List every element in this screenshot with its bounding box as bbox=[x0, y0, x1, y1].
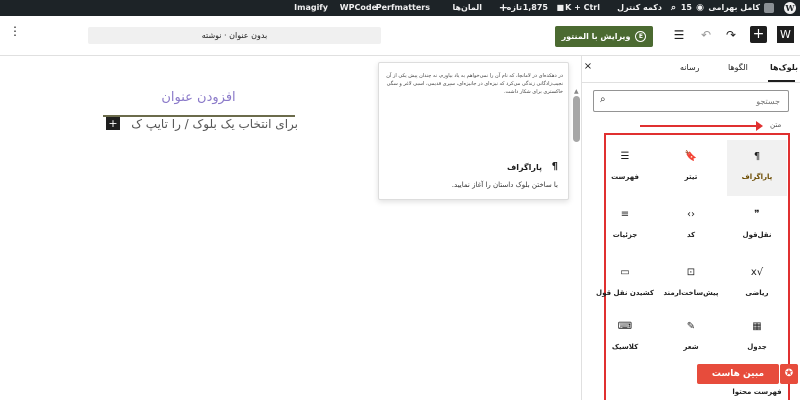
block-item-code[interactable]: ‹› کد bbox=[661, 198, 721, 254]
admin-bar-shortcut: K + Ctrl bbox=[565, 3, 600, 12]
block-preview-title: پاراگراف bbox=[506, 163, 542, 172]
code-icon: ‹› bbox=[687, 209, 695, 220]
search-icon[interactable]: ⌕ bbox=[671, 0, 676, 16]
search-icon: ⌕ bbox=[600, 94, 606, 105]
watermark-label: مبین هاست bbox=[697, 364, 779, 384]
block-label: پاراگراف bbox=[741, 173, 773, 181]
block-label: نقل‌قول bbox=[742, 231, 772, 239]
block-table-of-contents[interactable]: فهرست محتوا bbox=[727, 388, 787, 396]
admin-bar-user[interactable]: کامل بهرامی bbox=[708, 0, 760, 16]
tab-media[interactable]: رسانه bbox=[680, 63, 700, 72]
block-preview-text: در دهکده‌ای در لامانچا، که نام آن را نمی… bbox=[386, 73, 563, 95]
add-block-icon[interactable]: + bbox=[750, 26, 767, 43]
heading-icon: 🔖 bbox=[684, 151, 698, 162]
tabs-divider bbox=[581, 82, 800, 83]
verse-icon: ✎ bbox=[686, 321, 696, 332]
post-title-placeholder[interactable]: افزودن عنوان bbox=[0, 90, 397, 105]
block-item-paragraph[interactable]: ¶ پاراگراف bbox=[727, 140, 787, 196]
annotation-arrowhead bbox=[756, 121, 763, 131]
classic-icon: ⌨ bbox=[617, 321, 633, 332]
block-item-list[interactable]: ☰ فهرست bbox=[595, 140, 655, 196]
tab-blocks[interactable]: بلوک‌ها bbox=[770, 63, 798, 72]
elementor-button-label: ویرایش با المنتور bbox=[561, 32, 631, 41]
document-title-bar[interactable]: بدون عنوان · نوشته bbox=[88, 27, 381, 44]
comment-icon[interactable]: ■ bbox=[556, 0, 564, 16]
tab-patterns[interactable]: الگوها bbox=[728, 63, 748, 72]
block-item-pullquote[interactable]: ▭ کشیدن نقل قول bbox=[595, 256, 655, 312]
category-heading: متن bbox=[770, 121, 782, 129]
add-block-icon[interactable]: + bbox=[106, 117, 120, 130]
admin-bar-elements[interactable]: المان‌ها bbox=[453, 0, 483, 16]
wp-logo-icon[interactable]: W bbox=[777, 26, 794, 43]
table-icon: ▦ bbox=[752, 321, 762, 332]
block-label: ریاضی bbox=[745, 289, 769, 297]
block-item-preformatted[interactable]: ⊡ پیش‌ساخت‌ارمند bbox=[661, 256, 721, 312]
block-label: جزئیات bbox=[612, 231, 638, 239]
wp-logo-icon[interactable]: W bbox=[784, 2, 796, 14]
edit-with-elementor-button[interactable]: ویرایش با المنتور E bbox=[555, 26, 653, 47]
block-item-table[interactable]: ▦ جدول bbox=[727, 310, 787, 366]
admin-bar-new[interactable]: تازه bbox=[507, 0, 522, 16]
paragraph-icon: ¶ bbox=[753, 151, 761, 162]
block-label: کشیدن نقل قول bbox=[596, 289, 654, 297]
avatar[interactable] bbox=[764, 3, 774, 13]
details-icon: ≡ bbox=[620, 209, 630, 220]
admin-bar-imagify[interactable]: Imagify bbox=[294, 0, 328, 16]
undo-icon[interactable]: ↶ bbox=[698, 27, 714, 43]
block-label: شعر bbox=[683, 343, 699, 351]
quote-icon: ❞ bbox=[754, 209, 760, 220]
scroll-up-icon[interactable]: ▲ bbox=[574, 88, 579, 95]
redo-icon[interactable]: ↷ bbox=[723, 27, 739, 43]
list-icon: ☰ bbox=[620, 151, 630, 162]
elementor-icon: E bbox=[635, 31, 647, 42]
block-item-details[interactable]: ≡ جزئیات bbox=[595, 198, 655, 254]
admin-bar-perfmatters[interactable]: Perfmatters bbox=[376, 0, 430, 16]
block-label: تیتر bbox=[684, 173, 698, 181]
menu-icon[interactable]: ⋮ bbox=[5, 24, 25, 38]
admin-bar-comments-count[interactable]: 1,875 bbox=[523, 0, 548, 16]
block-item-verse[interactable]: ✎ شعر bbox=[661, 310, 721, 366]
block-preview-popover: در دهکده‌ای در لامانچا، که نام آن را نمی… bbox=[378, 62, 569, 200]
admin-bar: W کامل بهرامی ◉ 15 ⌕ دکمه کنترل K + Ctrl… bbox=[0, 0, 800, 16]
watermark-logo-icon: ✪ bbox=[780, 364, 798, 384]
admin-bar-dashboard[interactable]: دکمه کنترل bbox=[617, 0, 662, 16]
block-item-math[interactable]: √x ریاضی bbox=[727, 256, 787, 312]
block-label: پیش‌ساخت‌ارمند bbox=[663, 289, 719, 297]
admin-bar-count[interactable]: 15 bbox=[681, 0, 692, 16]
block-preview-description: با ساختن بلوک داستان را آغاز نمایید. bbox=[451, 181, 558, 189]
scrollbar-thumb[interactable] bbox=[573, 96, 580, 142]
block-item-quote[interactable]: ❞ نقل‌قول bbox=[727, 198, 787, 254]
list-view-icon[interactable]: ☰ bbox=[671, 27, 687, 43]
block-label: کد bbox=[686, 231, 696, 239]
paragraph-icon: ¶ bbox=[551, 161, 558, 172]
block-item-classic[interactable]: ⌨ کلاسیک bbox=[595, 310, 655, 366]
annotation-arrow bbox=[640, 125, 760, 127]
block-label: کلاسیک bbox=[611, 343, 639, 351]
block-label: جدول bbox=[747, 343, 767, 351]
speed-icon[interactable]: ◉ bbox=[696, 0, 704, 16]
math-icon: √x bbox=[750, 267, 764, 278]
block-item-heading[interactable]: 🔖 تیتر bbox=[661, 140, 721, 196]
block-search-input[interactable] bbox=[593, 90, 789, 112]
block-label: فهرست bbox=[611, 173, 639, 181]
admin-bar-wpcode[interactable]: WPCode bbox=[340, 0, 377, 16]
pullquote-icon: ▭ bbox=[620, 267, 630, 278]
close-icon[interactable]: × bbox=[582, 61, 594, 72]
block-appender-hint[interactable]: برای انتخاب یک بلوک / را تایپ ک bbox=[120, 117, 298, 131]
preformatted-icon: ⊡ bbox=[686, 267, 696, 278]
